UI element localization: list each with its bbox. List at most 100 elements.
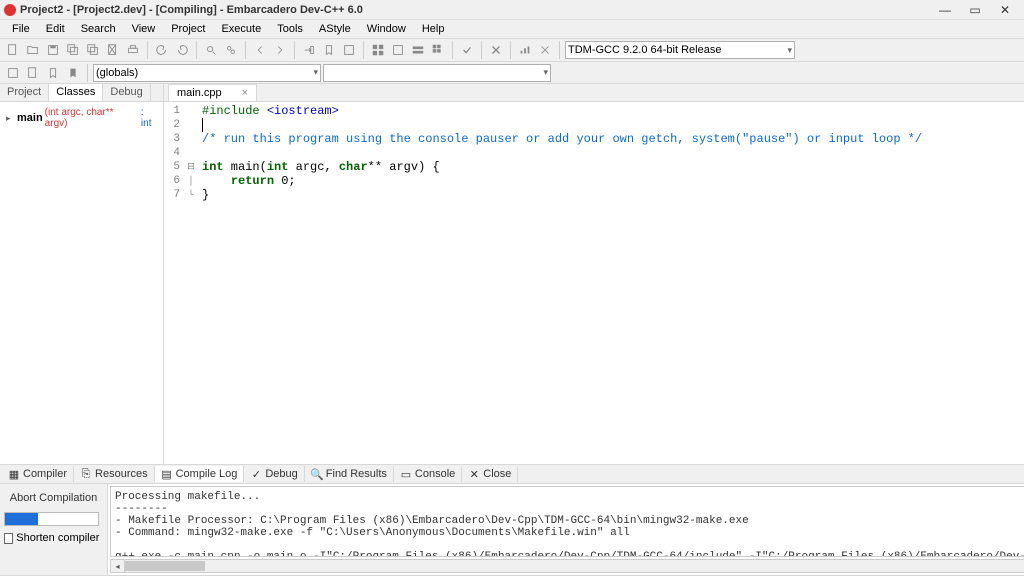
tree-toggle-icon[interactable]: ▸ <box>6 113 15 124</box>
log-icon: ▤ <box>161 468 173 480</box>
compile-run-icon[interactable] <box>409 41 427 59</box>
scroll-left-icon[interactable]: ◂ <box>111 560 125 572</box>
compiler-select-value: TDM-GCC 9.2.0 64-bit Release <box>568 44 721 56</box>
save-all-icon[interactable] <box>64 41 82 59</box>
menu-window[interactable]: Window <box>359 21 414 37</box>
code-area[interactable]: #include <iostream>/* run this program u… <box>198 102 1024 464</box>
bottom-tab-label: Console <box>415 468 455 480</box>
chevron-down-icon: ▾ <box>313 67 318 78</box>
close-button[interactable]: ✕ <box>990 1 1020 19</box>
menu-bar: FileEditSearchViewProjectExecuteToolsASt… <box>0 20 1024 38</box>
bookmark-icon[interactable] <box>320 41 338 59</box>
bottom-tab-resources[interactable]: ⎘Resources <box>74 466 155 482</box>
side-tabs: ProjectClassesDebug <box>0 84 163 102</box>
code-editor[interactable]: 1234567 ⊟│└ #include <iostream>/* run th… <box>164 102 1024 464</box>
fold-gutter[interactable]: ⊟│└ <box>184 102 198 464</box>
open-file-icon[interactable] <box>24 41 42 59</box>
side-tab-project[interactable]: Project <box>0 84 49 101</box>
new-class-icon[interactable] <box>4 64 22 82</box>
editor-tab-main[interactable]: main.cpp × <box>168 84 257 101</box>
bottom-tab-label: Resources <box>95 468 148 480</box>
class-tree[interactable]: ▸ main (int argc, char** argv) : int <box>0 102 163 464</box>
compile-log-panel: Abort Compilation Shorten compiler path … <box>0 484 1024 576</box>
menu-edit[interactable]: Edit <box>38 21 73 37</box>
save-icon[interactable] <box>44 41 62 59</box>
menu-project[interactable]: Project <box>163 21 213 37</box>
bottom-tab-console[interactable]: ▭Console <box>394 466 462 482</box>
member-select[interactable]: ▾ <box>323 64 551 82</box>
res-icon: ⎘ <box>80 468 92 480</box>
title-bar: Project2 - [Project2.dev] - [Compiling] … <box>0 0 1024 20</box>
checkbox-icon[interactable] <box>4 533 13 544</box>
goto-icon[interactable] <box>300 41 318 59</box>
app-icon <box>4 4 16 16</box>
scope-select[interactable]: (globals) ▾ <box>93 64 321 82</box>
rebuild-icon[interactable] <box>429 41 447 59</box>
editor-tabs: main.cpp × <box>164 84 1024 102</box>
bottom-tabs: ▦Compiler⎘Resources▤Compile Log✓Debug🔍Fi… <box>0 464 1024 484</box>
print-icon[interactable] <box>124 41 142 59</box>
undo-icon[interactable] <box>153 41 171 59</box>
insert-icon[interactable] <box>24 64 42 82</box>
maximize-button[interactable]: ▭ <box>960 1 990 19</box>
delete-profile-icon[interactable] <box>536 41 554 59</box>
forward-icon[interactable] <box>271 41 289 59</box>
compile-log[interactable]: Processing makefile... -------- - Makefi… <box>110 486 1024 557</box>
bottom-tab-debug[interactable]: ✓Debug <box>244 466 304 482</box>
bottom-tab-find-results[interactable]: 🔍Find Results <box>305 466 394 482</box>
menu-view[interactable]: View <box>124 21 164 37</box>
side-panel: ProjectClassesDebug ▸ main (int argc, ch… <box>0 84 164 464</box>
menu-file[interactable]: File <box>4 21 38 37</box>
save-all2-icon[interactable] <box>84 41 102 59</box>
profile-icon[interactable] <box>516 41 534 59</box>
compile-progress <box>4 512 99 526</box>
main-toolbar: TDM-GCC 9.2.0 64-bit Release ▾ <box>0 38 1024 62</box>
back-icon[interactable] <box>251 41 269 59</box>
stop-icon[interactable] <box>487 41 505 59</box>
bottom-tab-label: Close <box>483 468 511 480</box>
window-title: Project2 - [Project2.dev] - [Compiling] … <box>20 4 930 16</box>
shorten-path-checkbox[interactable]: Shorten compiler path <box>4 532 103 544</box>
tab-close-icon[interactable]: × <box>242 87 248 99</box>
bottom-tab-label: Debug <box>265 468 297 480</box>
grid-icon: ▦ <box>8 468 20 480</box>
line-gutter: 1234567 <box>164 102 184 464</box>
minimize-button[interactable]: — <box>930 1 960 19</box>
tree-func-sig: (int argc, char** argv) <box>45 107 139 129</box>
menu-execute[interactable]: Execute <box>213 21 269 37</box>
abort-button[interactable]: Abort Compilation <box>4 488 103 508</box>
goto-bookmark-icon[interactable] <box>340 41 358 59</box>
menu-tools[interactable]: Tools <box>269 21 311 37</box>
bottom-tab-label: Compiler <box>23 468 67 480</box>
scroll-thumb[interactable] <box>125 561 205 571</box>
compiler-select[interactable]: TDM-GCC 9.2.0 64-bit Release ▾ <box>565 41 795 59</box>
menu-search[interactable]: Search <box>73 21 124 37</box>
bottom-tab-label: Compile Log <box>176 468 238 480</box>
goto-bm-icon[interactable] <box>64 64 82 82</box>
find-icon: 🔍 <box>311 468 323 480</box>
bottom-tab-compiler[interactable]: ▦Compiler <box>2 466 74 482</box>
tree-item-main[interactable]: ▸ main (int argc, char** argv) : int <box>2 106 161 130</box>
side-tab-classes[interactable]: Classes <box>49 84 103 101</box>
console-icon: ▭ <box>400 468 412 480</box>
bottom-tab-close[interactable]: ✕Close <box>462 466 518 482</box>
log-hscrollbar[interactable]: ◂ ▸ <box>110 559 1024 573</box>
close-file-icon[interactable] <box>104 41 122 59</box>
redo-icon[interactable] <box>173 41 191 59</box>
run-icon[interactable] <box>389 41 407 59</box>
menu-help[interactable]: Help <box>414 21 453 37</box>
menu-astyle[interactable]: AStyle <box>311 21 359 37</box>
compile-controls: Abort Compilation Shorten compiler path <box>0 484 108 575</box>
debug-icon[interactable] <box>458 41 476 59</box>
bottom-tab-label: Find Results <box>326 468 387 480</box>
toggle-bm-icon[interactable] <box>44 64 62 82</box>
replace-icon[interactable] <box>222 41 240 59</box>
compile-icon[interactable] <box>369 41 387 59</box>
scope-select-value: (globals) <box>96 67 138 79</box>
chevron-down-icon: ▾ <box>543 67 548 78</box>
find-icon[interactable] <box>202 41 220 59</box>
bottom-tab-compile-log[interactable]: ▤Compile Log <box>155 466 245 482</box>
tree-func-name: main <box>17 112 43 124</box>
new-file-icon[interactable] <box>4 41 22 59</box>
side-tab-debug[interactable]: Debug <box>103 84 150 101</box>
